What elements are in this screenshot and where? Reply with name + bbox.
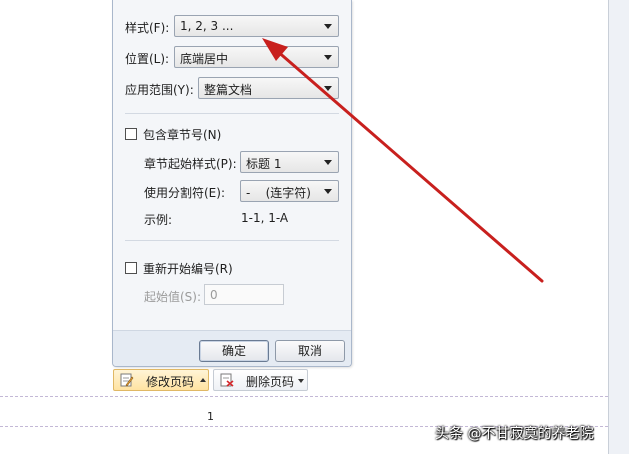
separator [125, 240, 339, 241]
chevron-down-icon [324, 55, 332, 60]
format-select[interactable]: 1, 2, 3 ... [174, 15, 339, 37]
include-chapter-label: 包含章节号(N) [143, 128, 222, 142]
caret-up-icon [200, 378, 206, 382]
chevron-down-icon [324, 160, 332, 165]
apply-to-select[interactable]: 整篇文档 [198, 77, 339, 99]
chapter-style-label: 章节起始样式(P): [144, 157, 237, 171]
delete-page-icon [220, 373, 234, 387]
format-label: 样式(F): [125, 21, 170, 35]
cancel-button[interactable]: 取消 [275, 340, 345, 362]
start-at-input[interactable]: 0 [204, 284, 284, 305]
delete-page-number-label: 删除页码 [246, 375, 295, 389]
edit-page-number-label: 修改页码 [146, 375, 195, 389]
document-page-edge [608, 0, 629, 454]
restart-numbering-checkbox[interactable] [125, 262, 137, 274]
ok-button[interactable]: 确定 [199, 340, 269, 362]
edit-page-number-button[interactable]: 修改页码 [113, 369, 209, 391]
apply-to-label: 应用范围(Y): [125, 83, 194, 97]
start-at-value: 0 [210, 288, 218, 302]
watermark-text: 头条 @不甘寂寞的养老院 [435, 426, 594, 442]
position-label: 位置(L): [125, 52, 170, 66]
dialog-footer: 确定 取消 [113, 330, 351, 366]
start-at-label: 起始值(S): [144, 290, 202, 304]
chevron-down-icon [298, 379, 304, 383]
format-value: 1, 2, 3 ... [180, 19, 234, 33]
chevron-down-icon [324, 24, 332, 29]
chevron-down-icon [324, 189, 332, 194]
include-chapter-checkbox[interactable] [125, 128, 137, 140]
chapter-style-value: 标题 1 [246, 157, 282, 171]
page-number-dialog: 样式(F): 1, 2, 3 ... 位置(L): 底端居中 应用范围(Y): … [112, 0, 352, 367]
separator-char-select[interactable]: - (连字符) [240, 180, 339, 202]
restart-numbering-label: 重新开始编号(R) [143, 262, 233, 276]
delete-page-number-button[interactable]: 删除页码 [213, 369, 308, 391]
footer-boundary-line [0, 396, 608, 397]
position-select[interactable]: 底端居中 [174, 46, 339, 68]
apply-to-value: 整篇文档 [204, 83, 253, 97]
chevron-down-icon [324, 86, 332, 91]
page-number-text: 1 [207, 410, 214, 423]
separator [125, 113, 339, 114]
position-value: 底端居中 [180, 52, 229, 66]
separator-char-label: 使用分割符(E): [144, 186, 225, 200]
example-value: 1-1, 1-A [241, 211, 289, 225]
example-label: 示例: [144, 213, 173, 227]
separator-char-value: - (连字符) [246, 186, 311, 200]
edit-page-icon [120, 373, 134, 387]
chapter-style-select[interactable]: 标题 1 [240, 151, 339, 173]
